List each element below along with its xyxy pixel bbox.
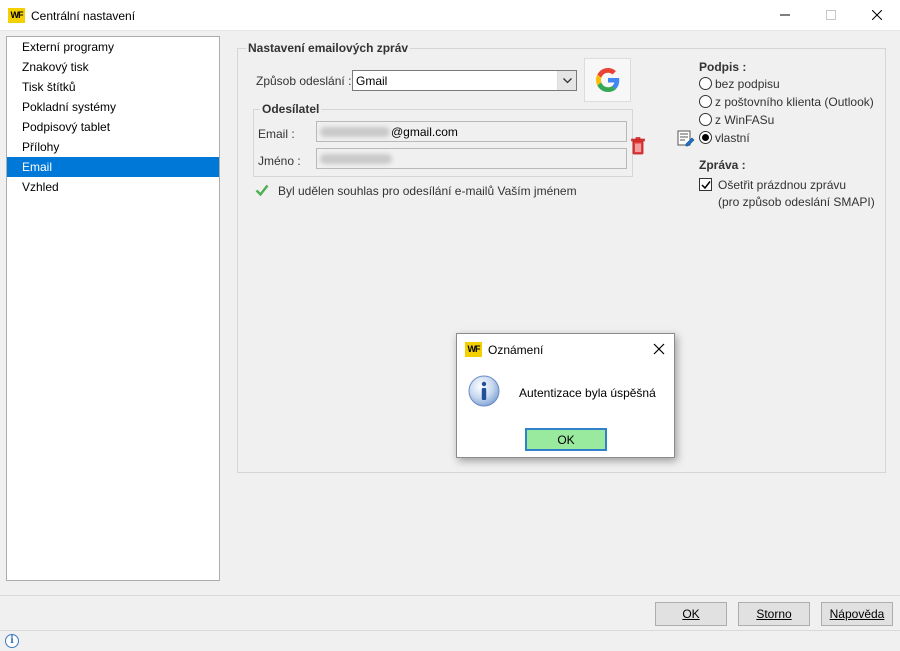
- empty-message-label[interactable]: Ošetřit prázdnou zprávu: [718, 178, 846, 192]
- redacted-name: [320, 154, 392, 164]
- sender-title: Odesílatel: [260, 102, 322, 116]
- dialog-message: Autentizace byla úspěšná: [519, 386, 656, 400]
- radio-custom-signature[interactable]: [699, 131, 712, 144]
- radio-mail-client-signature[interactable]: [699, 95, 712, 108]
- cancel-button-label: Storno: [756, 607, 792, 621]
- maximize-icon: [826, 10, 836, 20]
- notification-dialog: WF Oznámení Autentizace byla úspěšná OK: [456, 333, 675, 458]
- redacted-email-user: [320, 127, 390, 137]
- checkmark-icon: [700, 180, 711, 189]
- help-button-label: Nápověda: [829, 607, 885, 621]
- google-auth-button[interactable]: [584, 58, 631, 102]
- edit-signature-icon[interactable]: [677, 129, 695, 147]
- bottom-separator: [0, 595, 900, 596]
- nav-item-signature-tablet[interactable]: Podpisový tablet: [7, 117, 219, 137]
- nav-item-appearance[interactable]: Vzhled: [7, 177, 219, 197]
- google-icon: [595, 68, 619, 92]
- trash-icon[interactable]: [630, 137, 646, 155]
- help-button[interactable]: Nápověda: [821, 602, 893, 626]
- nav-item-pos-systems[interactable]: Pokladní systémy: [7, 97, 219, 117]
- dialog-logo-icon: WF: [465, 342, 482, 357]
- dialog-close-icon[interactable]: [651, 341, 667, 357]
- empty-message-checkbox[interactable]: [699, 178, 712, 191]
- app-logo-icon: WF: [8, 8, 25, 23]
- window-title: Centrální nastavení: [31, 9, 136, 23]
- empty-message-note: (pro způsob odeslání SMAPI): [718, 195, 875, 209]
- email-field[interactable]: @gmail.com: [316, 121, 627, 142]
- check-icon: [255, 184, 269, 197]
- name-label: Jméno :: [258, 154, 301, 168]
- radio-no-signature[interactable]: [699, 77, 712, 90]
- email-domain: @gmail.com: [391, 125, 458, 139]
- message-title: Zpráva :: [699, 158, 746, 172]
- consent-text: Byl udělen souhlas pro odesílání e-mailů…: [278, 184, 577, 198]
- maximize-button[interactable]: [808, 0, 854, 30]
- signature-title: Podpis :: [699, 60, 747, 74]
- minimize-icon: [780, 14, 790, 16]
- nav-item-label-print[interactable]: Tisk štítků: [7, 77, 219, 97]
- ok-button[interactable]: OK: [655, 602, 727, 626]
- email-settings-title: Nastavení emailových zpráv: [246, 41, 411, 55]
- info-icon[interactable]: i: [5, 634, 19, 648]
- radio-winfas-signature[interactable]: [699, 113, 712, 126]
- email-label: Email :: [258, 127, 295, 141]
- nav-item-character-print[interactable]: Znakový tisk: [7, 57, 219, 77]
- close-icon: [872, 10, 882, 20]
- ok-button-label: OK: [682, 607, 700, 621]
- send-method-label: Způsob odeslání :: [256, 74, 352, 88]
- radio-no-signature-label[interactable]: bez podpisu: [715, 77, 780, 91]
- send-method-select[interactable]: Gmail: [352, 70, 577, 91]
- nav-item-external-programs[interactable]: Externí programy: [7, 37, 219, 57]
- chevron-down-icon[interactable]: [557, 71, 576, 90]
- minimize-button[interactable]: [762, 0, 808, 30]
- dialog-ok-button[interactable]: OK: [525, 428, 607, 451]
- nav-item-email[interactable]: Email: [7, 157, 219, 177]
- cancel-button[interactable]: Storno: [738, 602, 810, 626]
- radio-winfas-signature-label[interactable]: z WinFASu: [715, 113, 774, 127]
- close-button[interactable]: [854, 0, 900, 30]
- nav-item-attachments[interactable]: Přílohy: [7, 137, 219, 157]
- radio-custom-signature-label[interactable]: vlastní: [715, 131, 750, 145]
- status-bar: i: [0, 630, 900, 651]
- info-icon: [468, 375, 500, 407]
- radio-mail-client-signature-label[interactable]: z poštovního klienta (Outlook): [715, 95, 874, 109]
- name-field[interactable]: [316, 148, 627, 169]
- settings-nav-list[interactable]: Externí programy Znakový tisk Tisk štítk…: [6, 36, 220, 581]
- send-method-value: Gmail: [356, 74, 388, 88]
- dialog-title: Oznámení: [488, 343, 544, 357]
- title-bar: WF Centrální nastavení: [0, 0, 900, 31]
